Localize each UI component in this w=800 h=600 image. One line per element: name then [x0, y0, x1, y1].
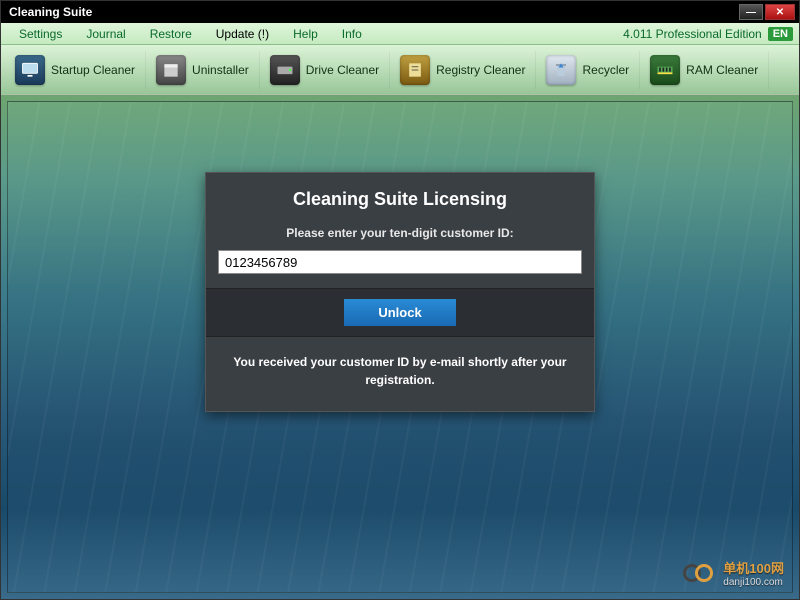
menu-settings[interactable]: Settings [7, 25, 74, 43]
unlock-button[interactable]: Unlock [344, 299, 455, 326]
toolbar-recycler[interactable]: Recycler [536, 51, 640, 89]
panel-title: Cleaning Suite Licensing [206, 173, 594, 218]
watermark-logo-icon [683, 562, 717, 584]
watermark-text: 单机100网 [723, 561, 784, 576]
menu-journal[interactable]: Journal [74, 25, 137, 43]
menu-restore[interactable]: Restore [138, 25, 204, 43]
window-title: Cleaning Suite [5, 5, 737, 19]
menu-help[interactable]: Help [281, 25, 330, 43]
toolbar-label: Uninstaller [192, 63, 249, 77]
button-row: Unlock [206, 288, 594, 337]
toolbar-label: Drive Cleaner [306, 63, 379, 77]
customer-id-input[interactable] [218, 250, 582, 274]
content-area: Cleaning Suite Licensing Please enter yo… [7, 101, 793, 593]
monitor-icon [15, 55, 45, 85]
toolbar-label: Recycler [582, 63, 629, 77]
toolbar-label: Startup Cleaner [51, 63, 135, 77]
titlebar: Cleaning Suite — ✕ [1, 1, 799, 23]
edition-label: 4.011 Professional Edition [623, 27, 768, 41]
box-icon [156, 55, 186, 85]
recycle-bin-icon [546, 55, 576, 85]
app-window: Cleaning Suite — ✕ Settings Journal Rest… [0, 0, 800, 600]
toolbar-drive-cleaner[interactable]: Drive Cleaner [260, 51, 390, 89]
toolbar-label: RAM Cleaner [686, 63, 758, 77]
panel-prompt: Please enter your ten-digit customer ID: [206, 218, 594, 250]
close-button[interactable]: ✕ [765, 4, 795, 20]
menu-info[interactable]: Info [330, 25, 374, 43]
toolbar-registry-cleaner[interactable]: Registry Cleaner [390, 51, 536, 89]
registry-icon [400, 55, 430, 85]
watermark: 单机100网 danji100.com [683, 558, 784, 588]
toolbar-startup-cleaner[interactable]: Startup Cleaner [5, 51, 146, 89]
toolbar-ram-cleaner[interactable]: RAM Cleaner [640, 51, 769, 89]
watermark-subtext: danji100.com [723, 577, 784, 588]
menu-update[interactable]: Update (!) [204, 25, 281, 43]
licensing-panel: Cleaning Suite Licensing Please enter yo… [205, 172, 595, 412]
toolbar-label: Registry Cleaner [436, 63, 525, 77]
minimize-button[interactable]: — [739, 4, 763, 20]
drive-icon [270, 55, 300, 85]
toolbar: Startup Cleaner Uninstaller Drive Cleane… [1, 45, 799, 95]
ram-icon [650, 55, 680, 85]
toolbar-uninstaller[interactable]: Uninstaller [146, 51, 260, 89]
language-badge[interactable]: EN [768, 27, 793, 41]
panel-note: You received your customer ID by e-mail … [206, 337, 594, 411]
menubar: Settings Journal Restore Update (!) Help… [1, 23, 799, 45]
